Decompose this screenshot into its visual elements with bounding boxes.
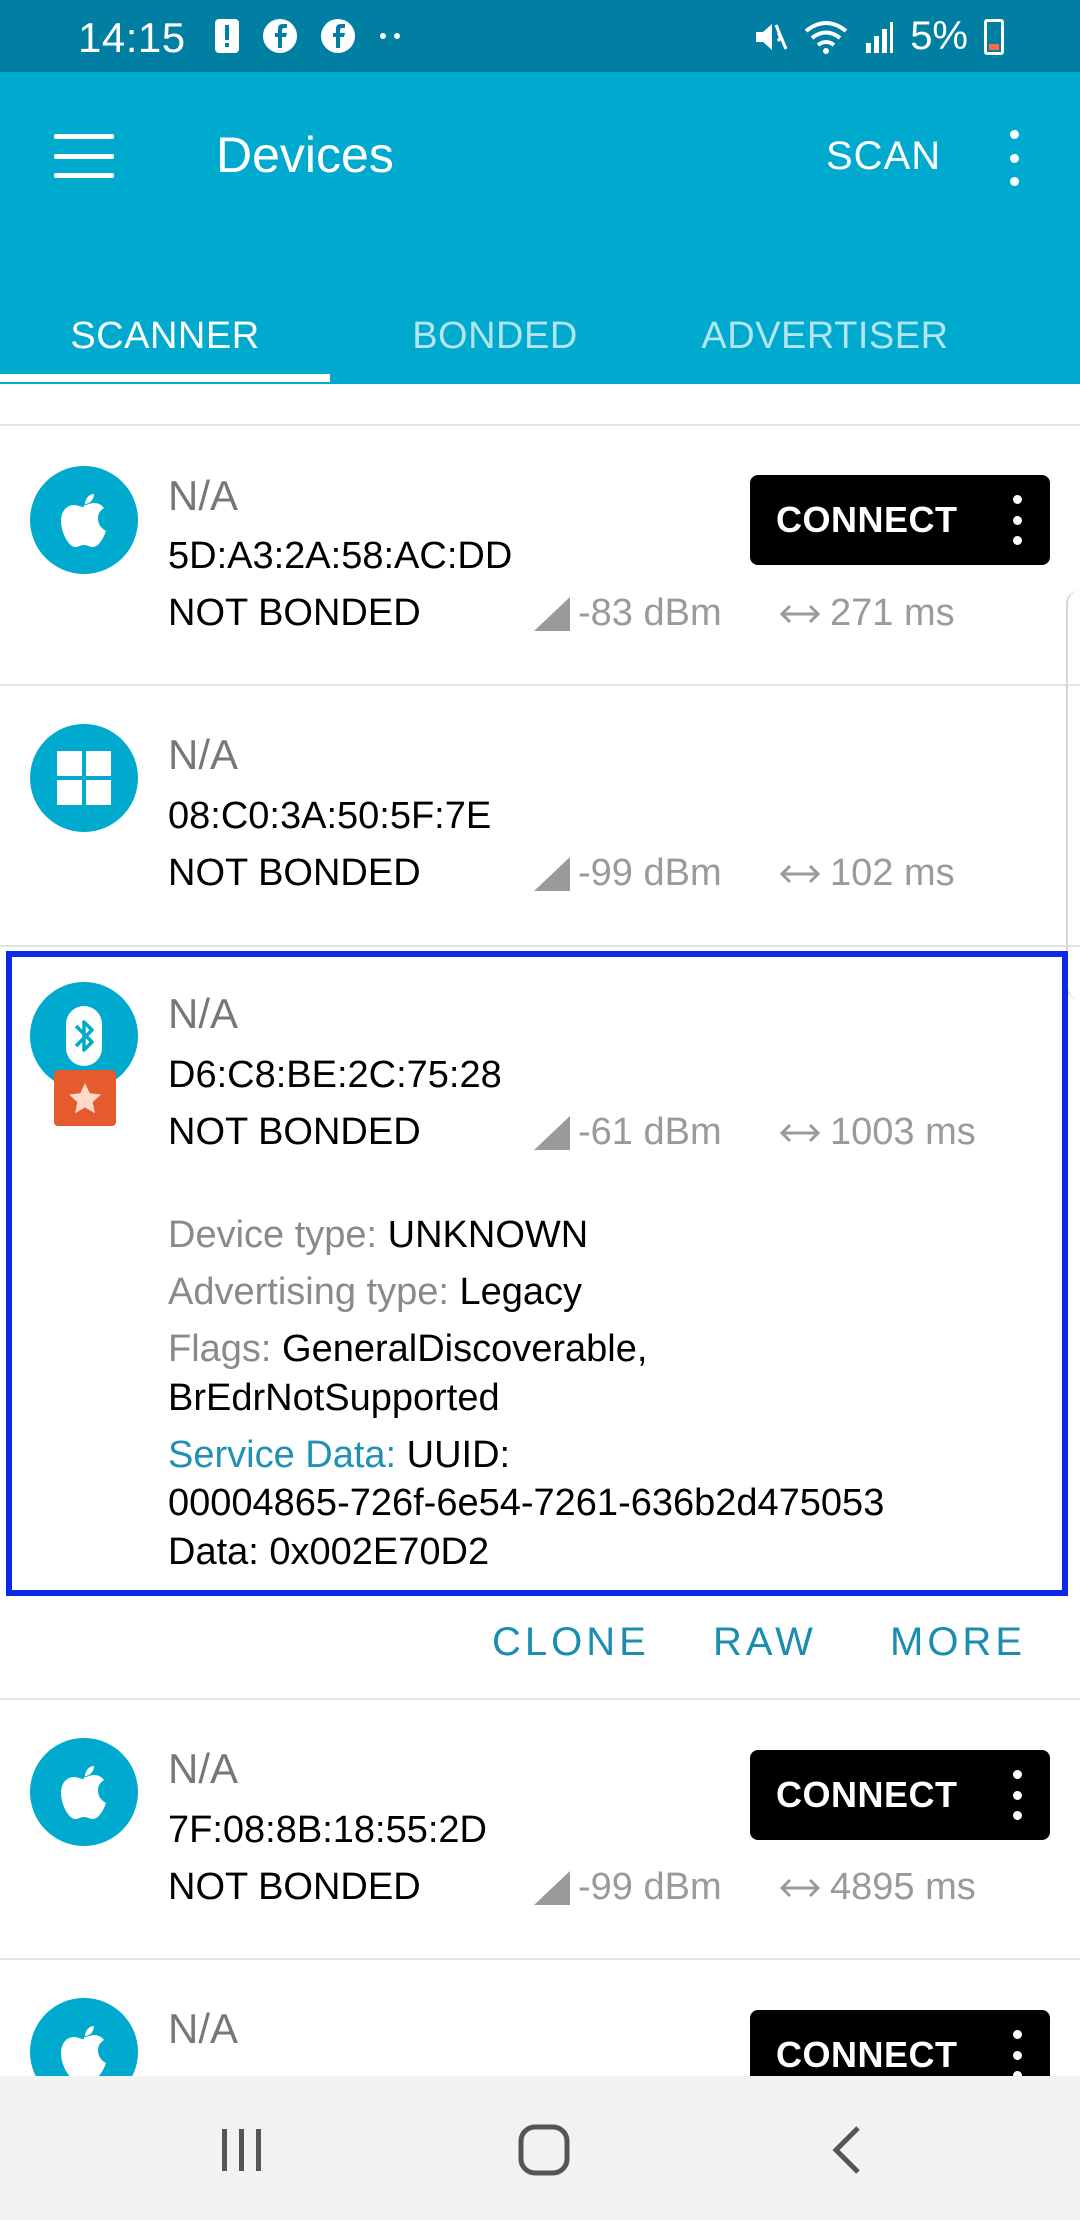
divider bbox=[0, 945, 1080, 947]
rssi-value: -99 dBm bbox=[534, 1866, 722, 1909]
signal-icon bbox=[864, 19, 894, 55]
device-name: N/A bbox=[168, 472, 239, 519]
app-bar: Devices SCAN SCANNER BONDED ADVERTISER bbox=[0, 72, 1080, 384]
recent-apps-icon[interactable] bbox=[202, 2120, 282, 2180]
tab-scanner[interactable]: SCANNER bbox=[0, 288, 330, 384]
home-icon[interactable] bbox=[504, 2120, 584, 2180]
clone-button[interactable]: CLONE bbox=[492, 1620, 650, 1665]
facebook-icon bbox=[320, 18, 356, 54]
divider bbox=[0, 1698, 1080, 1700]
mute-icon bbox=[752, 19, 788, 55]
tab-indicator bbox=[0, 374, 330, 382]
facebook-icon bbox=[262, 18, 298, 54]
adv-interval: 102 ms bbox=[780, 852, 955, 895]
more-notifications-icon bbox=[378, 31, 402, 41]
wifi-icon bbox=[804, 19, 848, 55]
device-address: 08:C0:3A:50:5F:7E bbox=[168, 795, 492, 837]
apple-icon bbox=[30, 1738, 138, 1846]
battery-icon bbox=[984, 18, 1004, 55]
scan-button[interactable]: SCAN bbox=[826, 134, 941, 179]
battery-percent: 5% bbox=[910, 14, 968, 58]
device-address: 7F:08:8B:18:55:2D bbox=[168, 1809, 487, 1851]
bond-state: NOT BONDED bbox=[168, 852, 421, 894]
apple-icon bbox=[30, 466, 138, 574]
windows-icon bbox=[30, 724, 138, 832]
signal-strength-icon bbox=[534, 856, 570, 891]
system-nav-bar bbox=[0, 2076, 1080, 2220]
tab-advertiser[interactable]: ADVERTISER bbox=[660, 288, 990, 384]
bond-state: NOT BONDED bbox=[168, 1866, 421, 1908]
divider bbox=[0, 1958, 1080, 1960]
device-address: 5D:A3:2A:58:AC:DD bbox=[168, 535, 513, 577]
device-name: N/A bbox=[168, 2005, 239, 2052]
interval-arrows-icon bbox=[780, 864, 820, 883]
adv-interval: 4895 ms bbox=[780, 1866, 976, 1909]
back-icon[interactable] bbox=[806, 2120, 886, 2180]
connect-button[interactable]: CONNECT bbox=[750, 475, 1050, 565]
divider bbox=[0, 424, 1080, 426]
rssi-value: -99 dBm bbox=[534, 852, 722, 895]
menu-button[interactable] bbox=[54, 134, 114, 178]
connect-button[interactable]: CONNECT bbox=[750, 1750, 1050, 1840]
hamburger-icon bbox=[54, 134, 114, 139]
interval-arrows-icon bbox=[780, 604, 820, 623]
connect-options-icon[interactable] bbox=[1013, 1770, 1022, 1820]
signal-strength-icon bbox=[534, 1870, 570, 1905]
connect-options-icon[interactable] bbox=[1013, 495, 1022, 545]
interval-arrows-icon bbox=[780, 1878, 820, 1897]
page-title: Devices bbox=[216, 127, 394, 183]
divider bbox=[0, 684, 1080, 686]
overflow-menu-icon[interactable] bbox=[1000, 130, 1028, 186]
tab-bonded[interactable]: BONDED bbox=[330, 288, 660, 384]
adv-interval: 271 ms bbox=[780, 592, 955, 635]
status-bar: 14:15 5% bbox=[0, 0, 1080, 72]
signal-strength-icon bbox=[534, 596, 570, 631]
tab-bar: SCANNER BONDED ADVERTISER bbox=[0, 288, 1080, 384]
more-button[interactable]: MORE bbox=[890, 1620, 1026, 1665]
connect-options-icon[interactable] bbox=[1013, 2030, 1022, 2080]
bond-state: NOT BONDED bbox=[168, 592, 421, 634]
alert-notification-icon bbox=[214, 18, 240, 54]
scroll-edge bbox=[1066, 590, 1080, 1000]
status-time: 14:15 bbox=[78, 14, 186, 61]
raw-button[interactable]: RAW bbox=[713, 1620, 817, 1665]
selection-highlight bbox=[6, 951, 1068, 1596]
rssi-value: -83 dBm bbox=[534, 592, 722, 635]
device-name: N/A bbox=[168, 1745, 239, 1792]
device-name: N/A bbox=[168, 731, 239, 778]
